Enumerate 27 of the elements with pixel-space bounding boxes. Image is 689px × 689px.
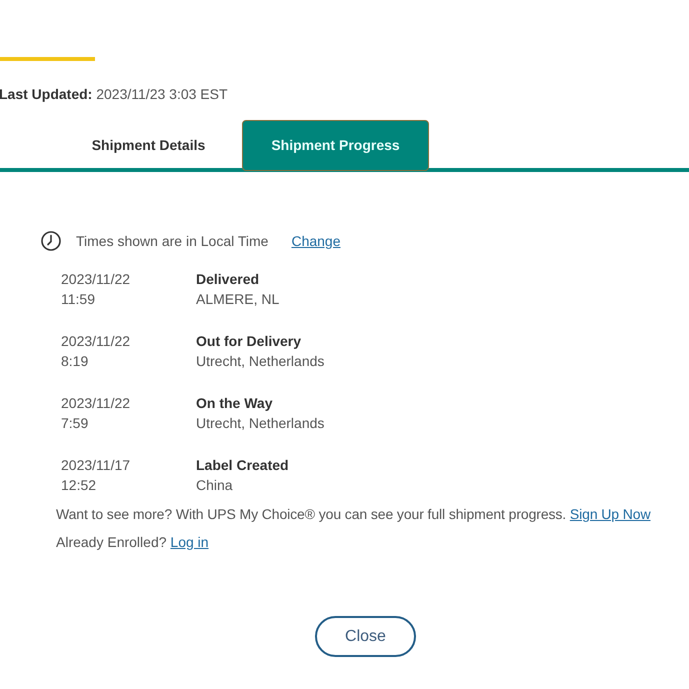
event-location: China (196, 476, 234, 495)
event-time: 12:52 (61, 476, 98, 495)
event-time: 11:59 (61, 290, 96, 309)
tab[interactable]: Shipment Progress (242, 120, 429, 171)
event-date: 2023/11/22 (61, 270, 132, 289)
upsell-text: Want to see more? With UPS My Choice® you can see your full shipment progress. Sign Up Now (56, 505, 652, 524)
event-date: 2023/11/17 (61, 456, 132, 475)
clock-icon (41, 231, 61, 251)
event-time: 7:59 (61, 414, 90, 433)
event-status: On the Way (196, 394, 274, 413)
event-location: ALMERE, NL (196, 290, 280, 309)
enrolled-text: Already Enrolled? Log in (56, 533, 210, 552)
log-in-link[interactable]: Log in (170, 534, 209, 550)
sign-up-link[interactable]: Sign Up Now (570, 506, 650, 522)
event-status: Label Created (196, 456, 289, 475)
timezone-text: Times shown are in Local Time (76, 232, 268, 251)
event-status: Out for Delivery (196, 332, 302, 351)
event-location: Utrecht, Netherlands (196, 414, 324, 433)
tab[interactable]: Shipment Details (55, 120, 242, 171)
change-link[interactable]: Change (291, 231, 340, 251)
event-date: 2023/11/22 (61, 332, 132, 351)
event-location: Utrecht, Netherlands (196, 352, 324, 371)
event-date: 2023/11/22 (61, 394, 132, 413)
event-status: Delivered (196, 270, 260, 289)
event-time: 8:19 (61, 352, 90, 371)
close-button[interactable]: Close (315, 616, 416, 657)
last-updated-text: Last Updated: 2023/11/23 3:03 EST (0, 85, 229, 104)
